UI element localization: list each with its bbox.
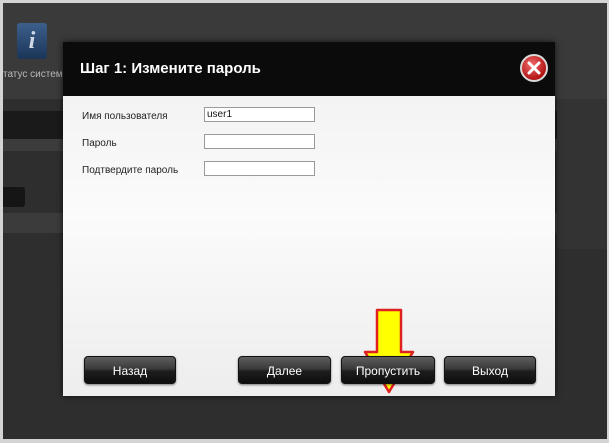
info-icon: i [17,23,47,59]
confirm-password-input[interactable] [204,161,315,176]
password-label: Пароль [82,138,117,149]
username-label: Имя пользователя [82,111,168,122]
username-input[interactable] [204,107,315,122]
change-password-dialog: Шаг 1: Измените пароль Имя пользователя … [63,42,555,396]
close-button[interactable] [520,54,548,82]
confirm-password-label: Подтвердите пароль [82,165,179,176]
skip-button[interactable]: Пропустить [341,356,435,384]
system-status-label: татус системы [3,69,70,80]
dialog-body: Имя пользователя Пароль Подтвердите паро… [63,96,555,396]
exit-button[interactable]: Выход [444,356,536,384]
background-button [3,187,25,207]
background-right-panel [557,99,607,249]
back-button[interactable]: Назад [84,356,176,384]
password-input[interactable] [204,134,315,149]
close-icon [527,61,541,75]
dialog-header: Шаг 1: Измените пароль [63,42,555,96]
dialog-title: Шаг 1: Измените пароль [80,60,261,77]
next-button[interactable]: Далее [238,356,331,384]
